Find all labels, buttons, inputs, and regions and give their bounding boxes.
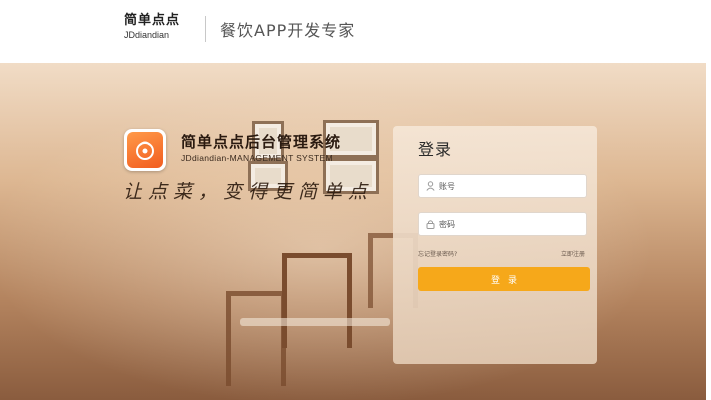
register-link[interactable]: 立即注册 — [561, 249, 585, 258]
system-subtitle: JDdiandian-MANAGEMENT SYSTEM — [181, 153, 333, 163]
password-input[interactable] — [439, 213, 579, 235]
app-logo-badge — [127, 132, 163, 168]
user-icon — [426, 181, 435, 191]
lock-icon — [426, 220, 435, 229]
brand-logo[interactable]: 简单点点 JDdiandian — [124, 13, 180, 41]
login-panel: 登录 忘记登录密码? 立即注册 登录 — [393, 126, 597, 364]
header-tagline: 餐饮APP开发专家 — [220, 21, 356, 40]
login-title: 登录 — [418, 140, 453, 159]
brand-name: 简单点点 — [124, 13, 181, 28]
chair-decoration — [226, 291, 286, 386]
app-logo-icon — [124, 129, 166, 171]
background-glow — [0, 63, 711, 400]
username-field[interactable] — [418, 174, 587, 198]
header-divider — [205, 16, 206, 42]
password-field[interactable] — [418, 212, 587, 236]
system-slogan: 让点菜，变得更简单点 — [123, 181, 374, 203]
top-header: 简单点点 JDdiandian 餐饮APP开发专家 — [0, 0, 711, 63]
window-edge — [706, 0, 711, 400]
chair-decoration — [282, 253, 352, 348]
chef-hat-icon — [136, 141, 154, 160]
forgot-password-link[interactable]: 忘记登录密码? — [418, 249, 457, 258]
login-button[interactable]: 登录 — [418, 267, 590, 291]
system-title: 简单点点后台管理系统 — [181, 133, 342, 151]
brand-name-en: JDdiandian — [124, 30, 170, 40]
table-decoration — [240, 318, 390, 326]
hero-background: 简单点点后台管理系统 JDdiandian-MANAGEMENT SYSTEM … — [0, 63, 711, 400]
login-links: 忘记登录密码? 立即注册 — [418, 249, 587, 259]
username-input[interactable] — [439, 175, 579, 197]
